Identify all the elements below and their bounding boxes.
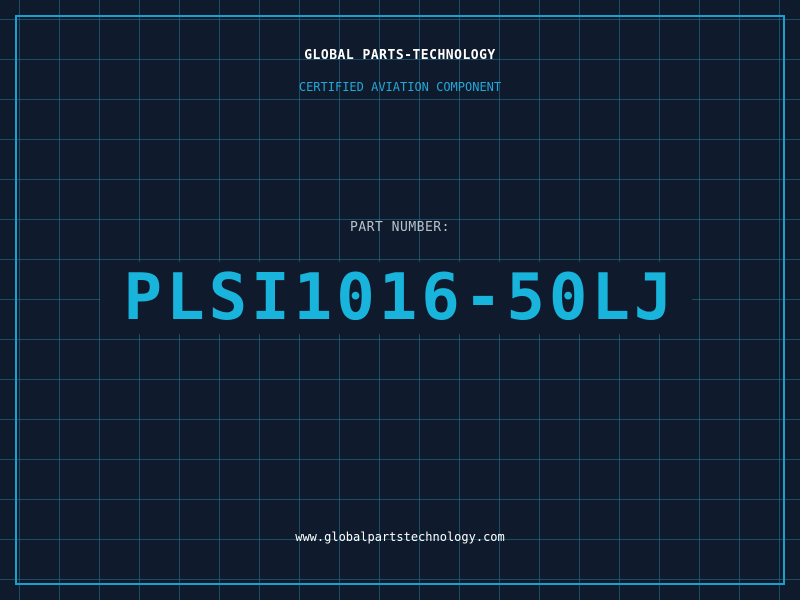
part-label-card: GLOBAL PARTS-TECHNOLOGY CERTIFIED AVIATI… (0, 0, 800, 600)
part-number-label: PART NUMBER: (350, 220, 450, 235)
company-name: GLOBAL PARTS-TECHNOLOGY (304, 48, 496, 63)
part-number-value: PLSI1016-50LJ (123, 261, 677, 335)
certification-tagline: CERTIFIED AVIATION COMPONENT (298, 80, 502, 94)
website-link[interactable]: www.globalpartstechnology.com (0, 530, 800, 544)
